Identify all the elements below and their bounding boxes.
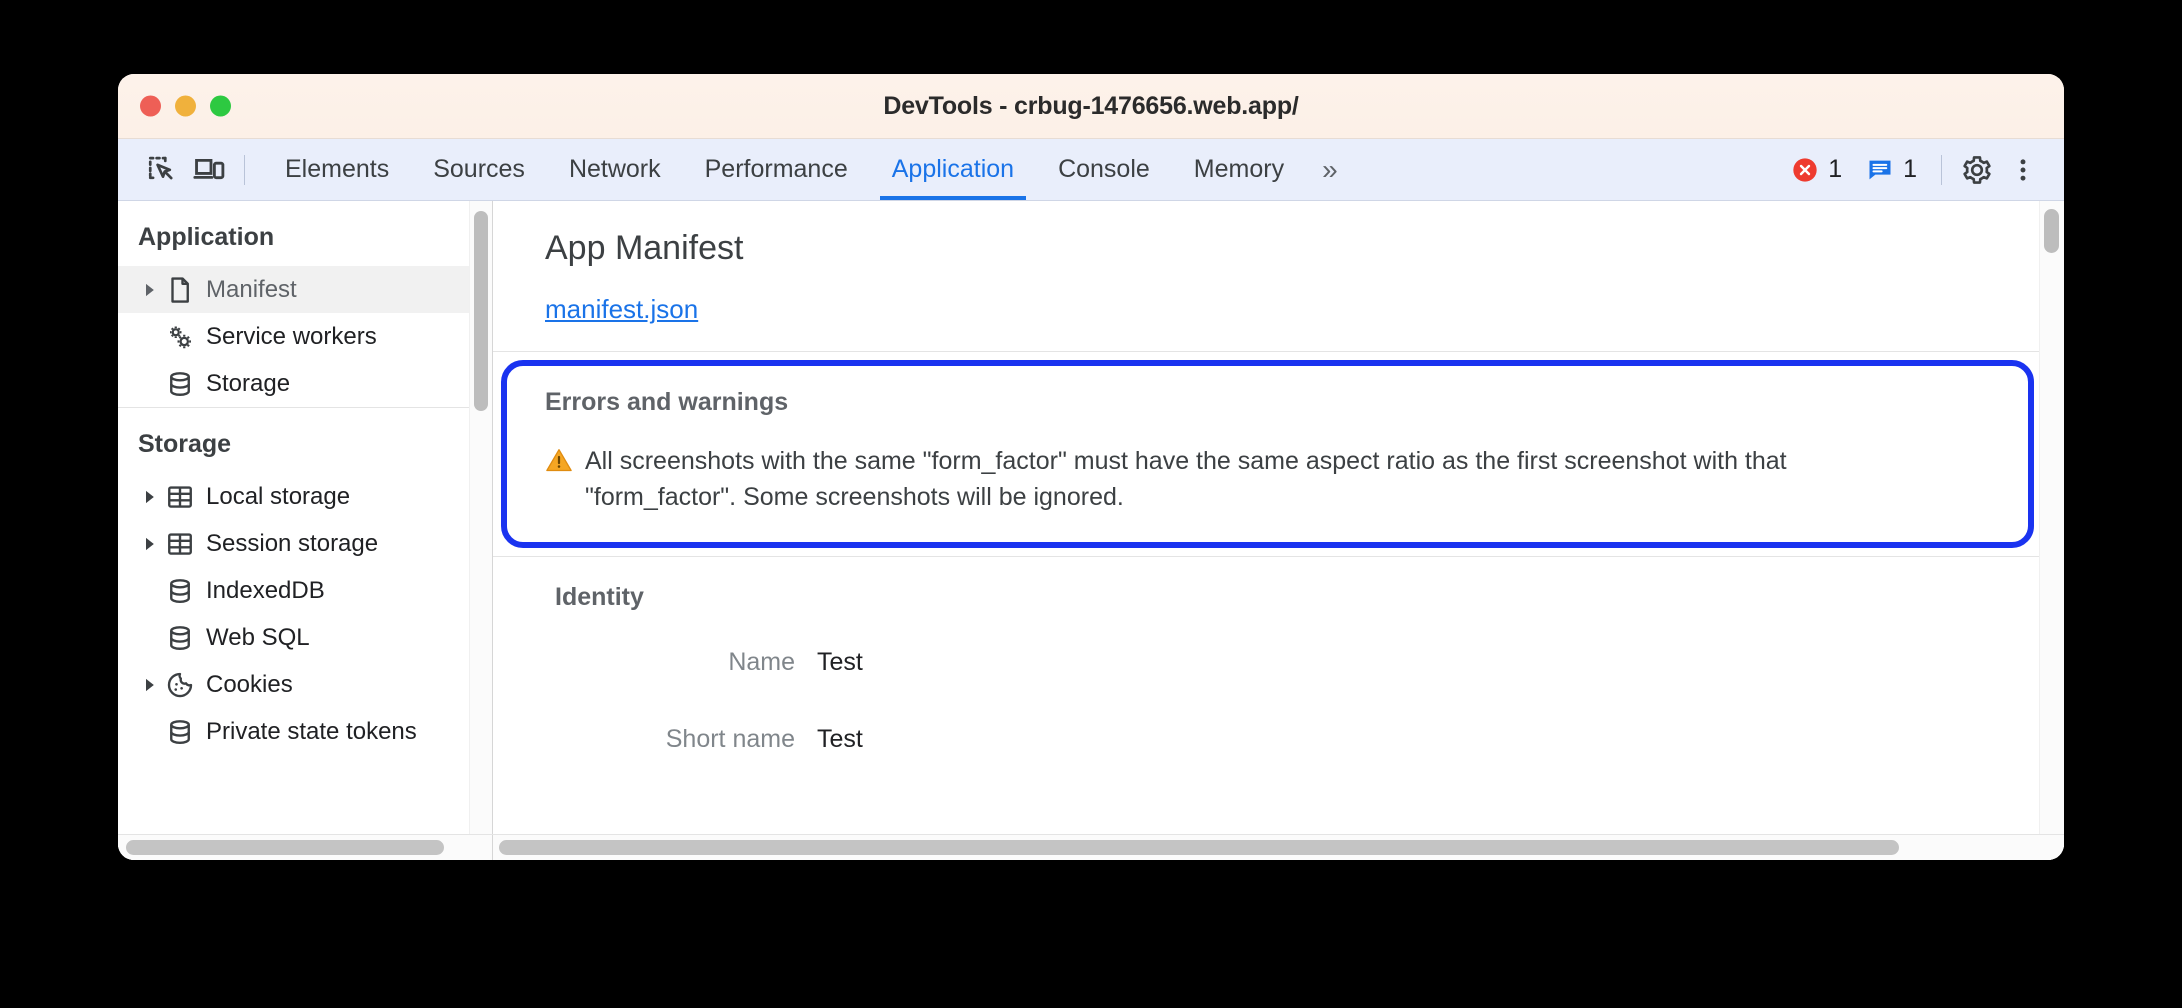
panel-tabs: Elements Sources Network Performance App… [263, 139, 1351, 200]
message-count-badge[interactable]: 1 [1854, 155, 1929, 184]
tab-elements[interactable]: Elements [263, 139, 411, 200]
database-icon [162, 576, 198, 606]
sidebar-group-application: Application Manifest Service workers Sto… [118, 201, 492, 407]
field-value: Test [817, 724, 863, 753]
sidebar-item-label: Cookies [206, 670, 293, 698]
close-window-button[interactable] [140, 95, 161, 117]
sidebar-item-label: Private state tokens [206, 717, 417, 745]
main-scrollbar-thumb[interactable] [2044, 209, 2059, 253]
devtools-panels: Application Manifest Service workers Sto… [118, 201, 2064, 860]
table-icon [162, 482, 198, 512]
error-message: All screenshots with the same "form_fact… [585, 447, 1787, 512]
sidebar-group-title-application: Application [138, 223, 275, 251]
identity-field-short-name: Short name Test [555, 725, 2040, 754]
error-count-badge[interactable]: 1 [1779, 155, 1854, 184]
manifest-json-link[interactable]: manifest.json [545, 294, 698, 325]
expand-triangle-icon[interactable] [138, 536, 162, 552]
sidebar-item-service-workers[interactable]: Service workers [118, 313, 492, 360]
toolbar-divider [244, 154, 245, 185]
message-bubble-icon [1869, 160, 1891, 179]
gears-icon [162, 322, 198, 352]
sidebar-item-label: Session storage [206, 529, 379, 557]
sidebar-item-label: Manifest [206, 275, 297, 303]
window-titlebar: DevTools - crbug-1476656.web.app/ [118, 74, 2064, 139]
sidebar-item-cookies[interactable]: Cookies [118, 661, 492, 708]
kebab-menu-icon[interactable] [2000, 147, 2046, 193]
errors-highlight-box: Errors and warnings All screenshots with… [501, 360, 2034, 548]
main-hscrollbar-thumb[interactable] [499, 840, 1899, 855]
section-divider [493, 351, 2040, 352]
more-tabs-chevron-icon[interactable]: » [1306, 139, 1351, 200]
errors-and-warnings-section: Errors and warnings All screenshots with… [493, 360, 2040, 548]
page-title: App Manifest [545, 229, 744, 267]
database-icon [162, 623, 198, 653]
tab-console[interactable]: Console [1036, 139, 1172, 200]
expand-triangle-icon[interactable] [138, 677, 162, 693]
cookie-icon [162, 670, 198, 700]
manifest-scroll-area: App Manifest manifest.json Errors and wa… [493, 201, 2064, 860]
field-label: Short name [665, 724, 795, 753]
gear-icon[interactable] [1954, 147, 2000, 193]
sidebar-group-title-storage: Storage [138, 430, 232, 458]
tab-performance[interactable]: Performance [683, 139, 870, 200]
application-sidebar: Application Manifest Service workers Sto… [118, 201, 493, 860]
field-label: Name [728, 647, 795, 676]
horizontal-scrollbars [118, 834, 2064, 860]
database-icon [162, 369, 198, 399]
devtools-window: DevTools - crbug-1476656.web.app/ Elemen… [118, 74, 2064, 860]
sidebar-item-storage[interactable]: Storage [118, 360, 492, 407]
identity-section: Identity Name Test Short name Test [493, 557, 2040, 754]
main-vertical-scrollbar[interactable] [2039, 201, 2064, 860]
sidebar-scrollbar-thumb[interactable] [474, 211, 488, 411]
maximize-window-button[interactable] [210, 95, 231, 117]
minimize-window-button[interactable] [175, 95, 196, 117]
traffic-light-buttons [140, 95, 231, 117]
identity-section-title: Identity [555, 582, 644, 611]
warning-triangle-icon [545, 447, 573, 483]
document-icon [162, 275, 198, 305]
main-horizontal-scrollbar[interactable] [493, 835, 2064, 860]
error-count: 1 [1828, 155, 1843, 183]
sidebar-item-local-storage[interactable]: Local storage [118, 473, 492, 520]
expand-triangle-icon[interactable] [138, 282, 162, 298]
toolbar-right-cluster: 1 1 [1779, 147, 2046, 193]
sidebar-item-web-sql[interactable]: Web SQL [118, 614, 492, 661]
manifest-header: App Manifest manifest.json [493, 201, 2040, 351]
error-circle-icon [1793, 157, 1817, 182]
sidebar-vertical-scrollbar[interactable] [469, 201, 492, 860]
sidebar-group-storage: Storage Local storage Session storage In… [118, 407, 492, 755]
sidebar-item-manifest[interactable]: Manifest [118, 266, 492, 313]
message-count: 1 [1903, 155, 1917, 183]
sidebar-item-label: Web SQL [206, 623, 310, 651]
device-toolbar-icon[interactable] [186, 147, 232, 193]
tab-sources[interactable]: Sources [411, 139, 547, 200]
sidebar-hscrollbar-thumb[interactable] [126, 840, 444, 855]
sidebar-scroll-area: Application Manifest Service workers Sto… [118, 201, 492, 860]
sidebar-item-session-storage[interactable]: Session storage [118, 520, 492, 567]
devtools-toolbar: Elements Sources Network Performance App… [118, 139, 2064, 201]
sidebar-item-private-state-tokens[interactable]: Private state tokens [118, 708, 492, 755]
sidebar-item-label: Local storage [206, 482, 351, 510]
expand-triangle-icon[interactable] [138, 489, 162, 505]
tab-network[interactable]: Network [547, 139, 683, 200]
field-value: Test [817, 647, 863, 676]
sidebar-item-label: Service workers [206, 322, 377, 350]
sidebar-item-label: IndexedDB [206, 576, 325, 604]
error-item: All screenshots with the same "form_fact… [545, 443, 1998, 516]
manifest-panel: App Manifest manifest.json Errors and wa… [493, 201, 2064, 860]
tab-application[interactable]: Application [870, 139, 1036, 200]
table-icon [162, 529, 198, 559]
sidebar-item-label: Storage [206, 369, 291, 397]
toolbar-divider-right [1941, 154, 1942, 185]
database-icon [162, 717, 198, 747]
errors-section-title: Errors and warnings [545, 388, 789, 416]
window-title: DevTools - crbug-1476656.web.app/ [883, 91, 1299, 120]
sidebar-horizontal-scrollbar[interactable] [118, 835, 493, 860]
inspect-element-icon[interactable] [140, 147, 186, 193]
tab-memory[interactable]: Memory [1172, 139, 1306, 200]
identity-field-name: Name Test [555, 648, 2040, 677]
sidebar-item-indexeddb[interactable]: IndexedDB [118, 567, 492, 614]
